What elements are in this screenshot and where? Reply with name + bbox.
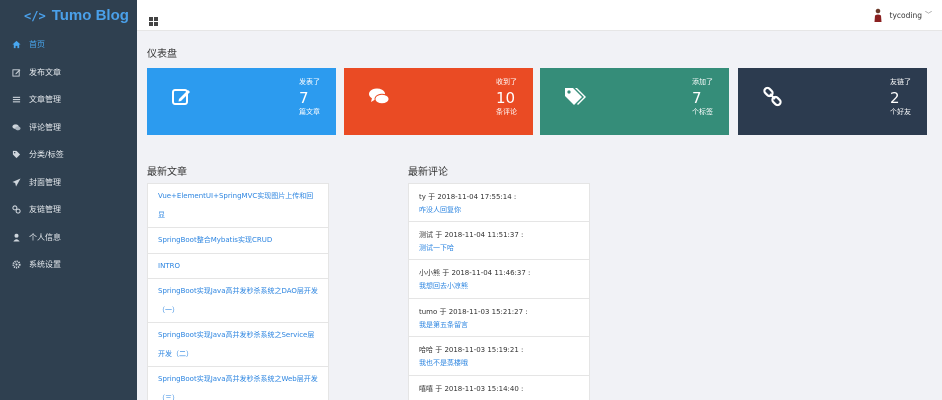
user-icon bbox=[11, 232, 21, 242]
sidebar-item-label: 友链管理 bbox=[29, 205, 61, 215]
list-icon bbox=[11, 95, 21, 105]
comment-text[interactable]: 我想回去小凉熊 bbox=[419, 281, 579, 291]
main-content: 仪表盘 发表了 7 篇文章 收到了 10 条评论 添加了 7 个标签 友链了 2… bbox=[137, 31, 942, 400]
stat-label-top: 添加了 bbox=[692, 78, 713, 86]
topbar: tycoding ﹀ bbox=[137, 0, 942, 31]
recent-comments-list: ty 于 2018-11-04 17:55:14 : 咋没人回复你 测试 于 2… bbox=[408, 183, 590, 400]
recent-comments-title: 最新评论 bbox=[408, 167, 448, 178]
edit-icon bbox=[171, 86, 193, 108]
comment-item: 嘻嘻 于 2018-11-03 15:14:40 : bbox=[408, 375, 590, 400]
sidebar-item-links[interactable]: 友链管理 bbox=[0, 196, 137, 224]
article-link[interactable]: SpringBoot实现Java高并发秒杀系统之Service层开发（二） bbox=[147, 323, 329, 367]
comment-item: 小小熊 于 2018-11-04 11:46:37 : 我想回去小凉熊 bbox=[408, 260, 590, 299]
stat-label-top: 友链了 bbox=[890, 78, 911, 86]
grid-menu-icon[interactable] bbox=[149, 11, 158, 26]
comment-item: 哈哈 于 2018-11-03 15:19:21 : 我也不是蒸楼哦 bbox=[408, 337, 590, 376]
stat-label-top: 收到了 bbox=[496, 78, 517, 86]
chevron-down-icon: ﹀ bbox=[925, 11, 932, 19]
tags-icon bbox=[11, 150, 21, 160]
stat-card-comments[interactable]: 收到了 10 条评论 bbox=[344, 68, 533, 135]
stat-number: 7 bbox=[299, 89, 309, 107]
sidebar-item-settings[interactable]: 系统设置 bbox=[0, 251, 137, 279]
comment-meta: 哈哈 于 2018-11-03 15:19:21 : bbox=[419, 346, 524, 354]
user-menu[interactable]: tycoding ﹀ bbox=[874, 8, 932, 22]
logo-text: Tumo Blog bbox=[51, 7, 129, 24]
gear-icon bbox=[11, 260, 21, 270]
article-link[interactable]: SpringBoot实现Java高并发秒杀系统之Web层开发（三） bbox=[147, 367, 329, 400]
sidebar-item-profile[interactable]: 个人信息 bbox=[0, 224, 137, 252]
code-icon: </> bbox=[24, 8, 46, 23]
stat-text: 收到了 10 条评论 bbox=[496, 78, 526, 117]
stat-card-links[interactable]: 友链了 2 个好友 bbox=[738, 68, 927, 135]
stat-card-tags[interactable]: 添加了 7 个标签 bbox=[540, 68, 729, 135]
stat-label-bottom: 条评论 bbox=[496, 108, 517, 116]
sidebar: </> Tumo Blog 首页 发布文章 文章管理 评论管理 分类/标签 封面… bbox=[0, 0, 137, 400]
sidebar-item-label: 封面管理 bbox=[29, 177, 61, 187]
stat-number: 2 bbox=[890, 89, 900, 107]
comment-meta: 小小熊 于 2018-11-04 11:46:37 : bbox=[419, 269, 531, 277]
sidebar-item-label: 系统设置 bbox=[29, 260, 61, 270]
sidebar-item-label: 文章管理 bbox=[29, 95, 61, 105]
app-logo[interactable]: </> Tumo Blog bbox=[0, 0, 137, 31]
recent-articles-title: 最新文章 bbox=[147, 167, 187, 178]
comment-item: ty 于 2018-11-04 17:55:14 : 咋没人回复你 bbox=[408, 183, 590, 222]
sidebar-item-label: 分类/标签 bbox=[29, 150, 64, 160]
comments-icon bbox=[11, 122, 21, 132]
article-link[interactable]: INTRO bbox=[147, 253, 329, 279]
comment-item: 测试 于 2018-11-04 11:51:37 : 测试一下哈 bbox=[408, 221, 590, 260]
stat-number: 10 bbox=[496, 89, 516, 107]
comment-meta: 测试 于 2018-11-04 11:51:37 : bbox=[419, 230, 524, 239]
stat-label-bottom: 个好友 bbox=[890, 108, 911, 116]
sidebar-item-comments[interactable]: 评论管理 bbox=[0, 114, 137, 142]
comment-meta: ty 于 2018-11-04 17:55:14 : bbox=[419, 193, 517, 201]
sidebar-item-label: 首页 bbox=[29, 40, 45, 50]
comment-text[interactable]: 咋没人回复你 bbox=[419, 205, 579, 215]
comment-text[interactable]: 我也不是蒸楼哦 bbox=[419, 358, 579, 368]
sidebar-item-articles[interactable]: 文章管理 bbox=[0, 86, 137, 114]
page-title: 仪表盘 bbox=[147, 49, 177, 60]
stat-card-articles[interactable]: 发表了 7 篇文章 bbox=[147, 68, 336, 135]
sidebar-item-publish[interactable]: 发布文章 bbox=[0, 59, 137, 87]
comment-text[interactable]: 我是第五条留言 bbox=[419, 320, 579, 330]
sidebar-item-label: 个人信息 bbox=[29, 232, 61, 242]
sidebar-item-home[interactable]: 首页 bbox=[0, 31, 137, 59]
stat-label-bottom: 篇文章 bbox=[299, 108, 320, 116]
article-link[interactable]: SpringBoot整合Mybatis实现CRUD bbox=[147, 228, 329, 254]
stat-text: 添加了 7 个标签 bbox=[692, 78, 722, 117]
stat-number: 7 bbox=[692, 89, 702, 107]
sidebar-item-cover[interactable]: 封面管理 bbox=[0, 169, 137, 197]
link-icon bbox=[11, 205, 21, 215]
comments-icon bbox=[368, 86, 390, 108]
stat-label-bottom: 个标签 bbox=[692, 108, 713, 116]
comment-item: tumo 于 2018-11-03 15:21:27 : 我是第五条留言 bbox=[408, 298, 590, 337]
sidebar-item-tags[interactable]: 分类/标签 bbox=[0, 141, 137, 169]
recent-articles-list: Vue+ElementUI+SpringMVC实现图片上传和回显 SpringB… bbox=[147, 183, 329, 400]
article-link[interactable]: SpringBoot实现Java高并发秒杀系统之DAO层开发（一） bbox=[147, 279, 329, 323]
comment-meta: 嘻嘻 于 2018-11-03 15:14:40 : bbox=[419, 384, 524, 393]
send-icon bbox=[11, 177, 21, 187]
article-link[interactable]: Vue+ElementUI+SpringMVC实现图片上传和回显 bbox=[147, 183, 329, 228]
home-icon bbox=[11, 40, 21, 50]
username: tycoding bbox=[889, 10, 922, 20]
stat-label-top: 发表了 bbox=[299, 78, 320, 86]
avatar bbox=[874, 8, 882, 22]
edit-icon bbox=[11, 67, 21, 77]
comment-text[interactable]: 测试一下哈 bbox=[419, 243, 579, 253]
stat-text: 发表了 7 篇文章 bbox=[299, 78, 329, 117]
sidebar-item-label: 发布文章 bbox=[29, 67, 61, 77]
tags-icon bbox=[564, 86, 586, 108]
link-icon bbox=[762, 86, 784, 108]
sidebar-menu: 首页 发布文章 文章管理 评论管理 分类/标签 封面管理 友链管理 个人信息 系… bbox=[0, 31, 137, 279]
comment-meta: tumo 于 2018-11-03 15:21:27 : bbox=[419, 307, 528, 316]
stat-text: 友链了 2 个好友 bbox=[890, 78, 920, 117]
sidebar-item-label: 评论管理 bbox=[29, 122, 61, 132]
